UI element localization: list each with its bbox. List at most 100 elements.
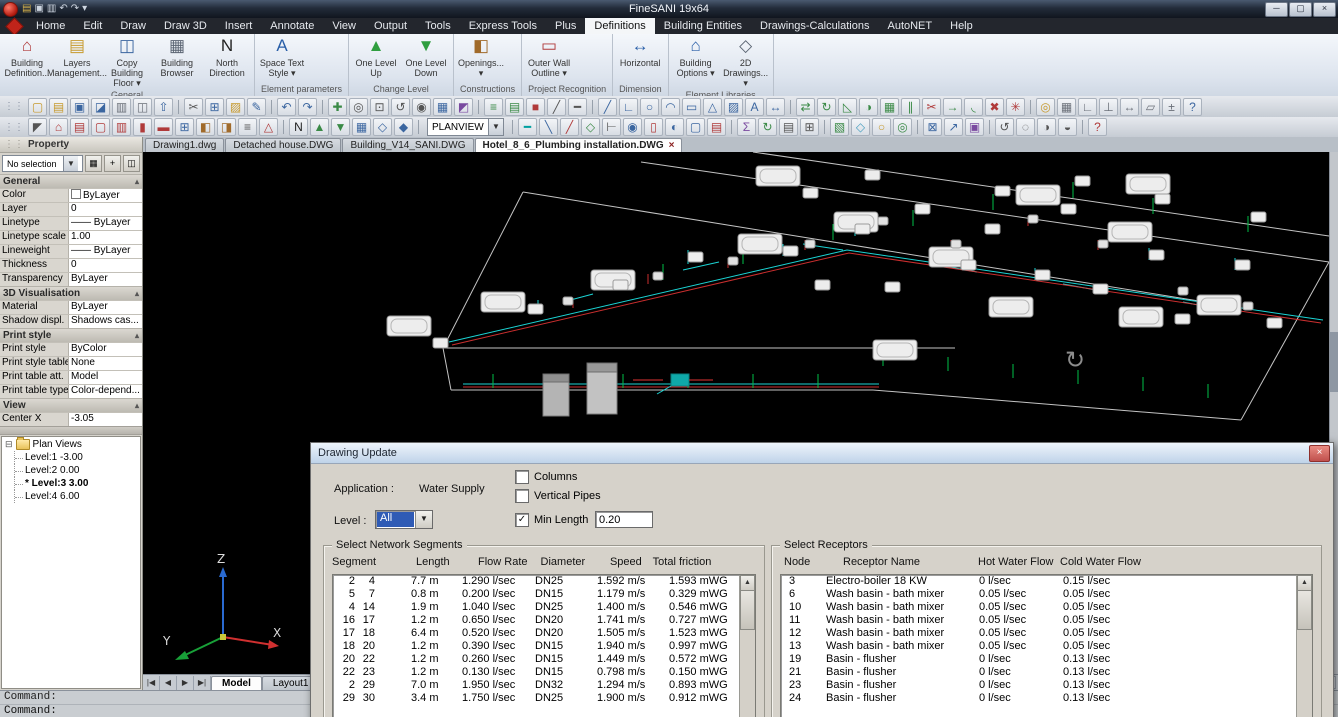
minimize-button[interactable]: ─ — [1265, 2, 1288, 17]
tool-trim-icon[interactable]: ✂ — [922, 98, 941, 116]
property-panel-header[interactable]: ⋮⋮ Property — [0, 137, 142, 153]
property-section-header[interactable]: Print style▴ — [0, 329, 142, 342]
ribbon-button-openings[interactable]: ◧Openings... ▾ — [456, 35, 506, 79]
tool-window-icon[interactable]: ⊞ — [175, 118, 194, 136]
tool-cut-icon[interactable]: ✂ — [184, 98, 203, 116]
tool-save-icon[interactable]: ▣ — [70, 98, 89, 116]
segment-row[interactable]: 247.7 m1.290 l/secDN251.592 m/s1.593 mWG — [333, 575, 755, 588]
tool-offset-icon[interactable]: ∥ — [901, 98, 920, 116]
property-section-header[interactable]: View▴ — [0, 399, 142, 412]
tool-ortho-icon[interactable]: ∟ — [1078, 98, 1097, 116]
collapse-arrow-icon[interactable]: ▴ — [135, 401, 139, 410]
collapse-arrow-icon[interactable]: ▴ — [135, 177, 139, 186]
tool-print-preview-icon[interactable]: ◫ — [133, 98, 152, 116]
tool-zoom-window-icon[interactable]: ⊡ — [370, 98, 389, 116]
ribbon-button-2d-drawings[interactable]: ◇2D Drawings... ▾ — [721, 35, 771, 89]
drawing-tab-drawing1-dwg[interactable]: Drawing1.dwg — [145, 138, 224, 152]
segment-row[interactable]: 22231.2 m0.130 l/secDN150.798 m/s0.150 m… — [333, 666, 755, 679]
tool-valve-icon[interactable]: ◇ — [581, 118, 600, 136]
tool-open-icon[interactable]: ▤ — [49, 98, 68, 116]
tool-cold-pipe-icon[interactable]: ╲ — [539, 118, 558, 136]
ribbon-button-building-options[interactable]: ⌂Building Options ▾ — [671, 35, 721, 79]
tool-xref-icon[interactable]: ↗ — [944, 118, 963, 136]
tree-item-level-1[interactable]: Level:1 -3.00 — [14, 451, 140, 464]
tool-drawing-update-icon[interactable]: ↻ — [758, 118, 777, 136]
receptor-row[interactable]: 10Wash basin - bath mixer0.05 l/sec0.05 … — [781, 601, 1312, 614]
tool-level-up-icon[interactable]: ▲ — [310, 118, 329, 136]
tool-fitting-icon[interactable]: ⊢ — [602, 118, 621, 136]
receptor-row[interactable]: 11Wash basin - bath mixer0.05 l/sec0.05 … — [781, 614, 1312, 627]
tool-pump-icon[interactable]: ◐ — [665, 118, 684, 136]
tool-wall-icon[interactable]: ▥ — [112, 118, 131, 136]
receptor-row[interactable]: 12Wash basin - bath mixer0.05 l/sec0.05 … — [781, 627, 1312, 640]
undo-icon[interactable]: ↶ — [59, 3, 67, 15]
tree-item-level-3[interactable]: * Level:3 3.00 — [14, 477, 140, 490]
menu-item-tools[interactable]: Tools — [416, 18, 460, 34]
checkbox-icon[interactable] — [515, 470, 529, 484]
tool-building-icon[interactable]: ⌂ — [49, 118, 68, 136]
ribbon-button-one-level-down[interactable]: ▼One Level Down — [401, 35, 451, 79]
panel-splitter[interactable] — [0, 426, 142, 435]
tool-column-icon[interactable]: ▮ — [133, 118, 152, 136]
tool-thaw-icon[interactable]: ○ — [872, 118, 891, 136]
tool-new-icon[interactable]: ▢ — [28, 98, 47, 116]
property-value[interactable]: 0 — [69, 259, 142, 272]
tree-item-level-2[interactable]: Level:2 0.00 — [14, 464, 140, 477]
tree-item-level-4[interactable]: Level:4 6.00 — [14, 490, 140, 503]
ribbon-button-horizontal[interactable]: ↔Horizontal — [615, 35, 665, 69]
menu-item-draw[interactable]: Draw — [111, 18, 155, 34]
property-section-header[interactable]: 3D Visualisation▴ — [0, 287, 142, 300]
tool-polygon-icon[interactable]: △ — [703, 98, 722, 116]
menu-item-draw-3d[interactable]: Draw 3D — [155, 18, 216, 34]
tool-pan-icon[interactable]: ✚ — [328, 98, 347, 116]
tool-axonometric-icon[interactable]: ◇ — [373, 118, 392, 136]
tool-linetype-icon[interactable]: ╱ — [547, 98, 566, 116]
tool-move-icon[interactable]: ⇄ — [796, 98, 815, 116]
menu-item-view[interactable]: View — [323, 18, 365, 34]
columns-checkbox[interactable]: Columns — [515, 470, 577, 484]
menu-item-definitions[interactable]: Definitions — [585, 18, 654, 34]
tool-zoom-realtime-icon[interactable]: ◎ — [349, 98, 368, 116]
redo-icon[interactable]: ↷ — [71, 3, 79, 15]
tool-stair-icon[interactable]: ≡ — [238, 118, 257, 136]
tool-hot-pipe-icon[interactable]: ╱ — [560, 118, 579, 136]
tool-fillet-icon[interactable]: ◟ — [964, 98, 983, 116]
property-value[interactable]: -3.05 — [69, 413, 142, 426]
tab-nav-icon-1[interactable]: ◀ — [160, 676, 177, 690]
collapse-arrow-icon[interactable]: ▴ — [135, 289, 139, 298]
tool-publish-icon[interactable]: ⇧ — [154, 98, 173, 116]
property-value[interactable]: ByLayer — [69, 189, 142, 202]
segment-row[interactable]: 29303.4 m1.750 l/secDN251.900 m/s0.912 m… — [333, 692, 755, 705]
tool-array-icon[interactable]: ▦ — [880, 98, 899, 116]
tool-fine-help-icon[interactable]: ? — [1088, 118, 1107, 136]
selection-combobox[interactable]: No selection ▼ — [2, 155, 83, 172]
segment-row[interactable]: 16171.2 m0.650 l/secDN201.741 m/s0.727 m… — [333, 614, 755, 627]
tool-zoom-previous-icon[interactable]: ↺ — [391, 98, 410, 116]
save-icon[interactable]: ▣ — [34, 3, 43, 15]
tool-color-control-icon[interactable]: ■ — [526, 98, 545, 116]
vertical-pipes-checkbox[interactable]: Vertical Pipes — [515, 489, 601, 503]
receptor-row[interactable]: 21Basin - flusher0 l/sec0.13 l/sec — [781, 666, 1312, 679]
tool-scale-icon[interactable]: ◺ — [838, 98, 857, 116]
receptor-row[interactable]: 19Basin - flusher0 l/sec0.13 l/sec — [781, 653, 1312, 666]
tool-line-icon[interactable]: ╱ — [598, 98, 617, 116]
checkbox-icon[interactable]: ✓ — [515, 513, 529, 527]
scroll-up-icon[interactable]: ▲ — [1297, 575, 1312, 591]
tool-plan-view-icon[interactable]: ▦ — [352, 118, 371, 136]
tool-rotate-icon[interactable]: ↻ — [817, 98, 836, 116]
drawing-tab-building-v14-sani-dwg[interactable]: Building_V14_SANI.DWG — [342, 138, 473, 152]
quick-select-button[interactable]: ▦ — [85, 155, 102, 172]
tool-orbit-icon[interactable]: ◉ — [412, 98, 431, 116]
tool-print-icon[interactable]: ▥ — [112, 98, 131, 116]
tool-erase-icon[interactable]: ✖ — [985, 98, 1004, 116]
tool-tank-icon[interactable]: ▢ — [686, 118, 705, 136]
receptor-row[interactable]: 23Basin - flusher0 l/sec0.13 l/sec — [781, 679, 1312, 692]
segment-row[interactable]: 570.8 m0.200 l/secDN151.179 m/s0.329 mWG — [333, 588, 755, 601]
tool-radiator-icon[interactable]: ▤ — [707, 118, 726, 136]
app-menu-icon[interactable] — [5, 17, 23, 35]
tool-circle-icon[interactable]: ○ — [640, 98, 659, 116]
segments-listbox[interactable]: 247.7 m1.290 l/secDN251.592 m/s1.593 mWG… — [332, 574, 756, 717]
toolbar-grip[interactable]: ⋮⋮ — [4, 101, 24, 112]
tool-perspective-icon[interactable]: ◆ — [394, 118, 413, 136]
tool-shade-icon[interactable]: ◑ — [1037, 118, 1056, 136]
